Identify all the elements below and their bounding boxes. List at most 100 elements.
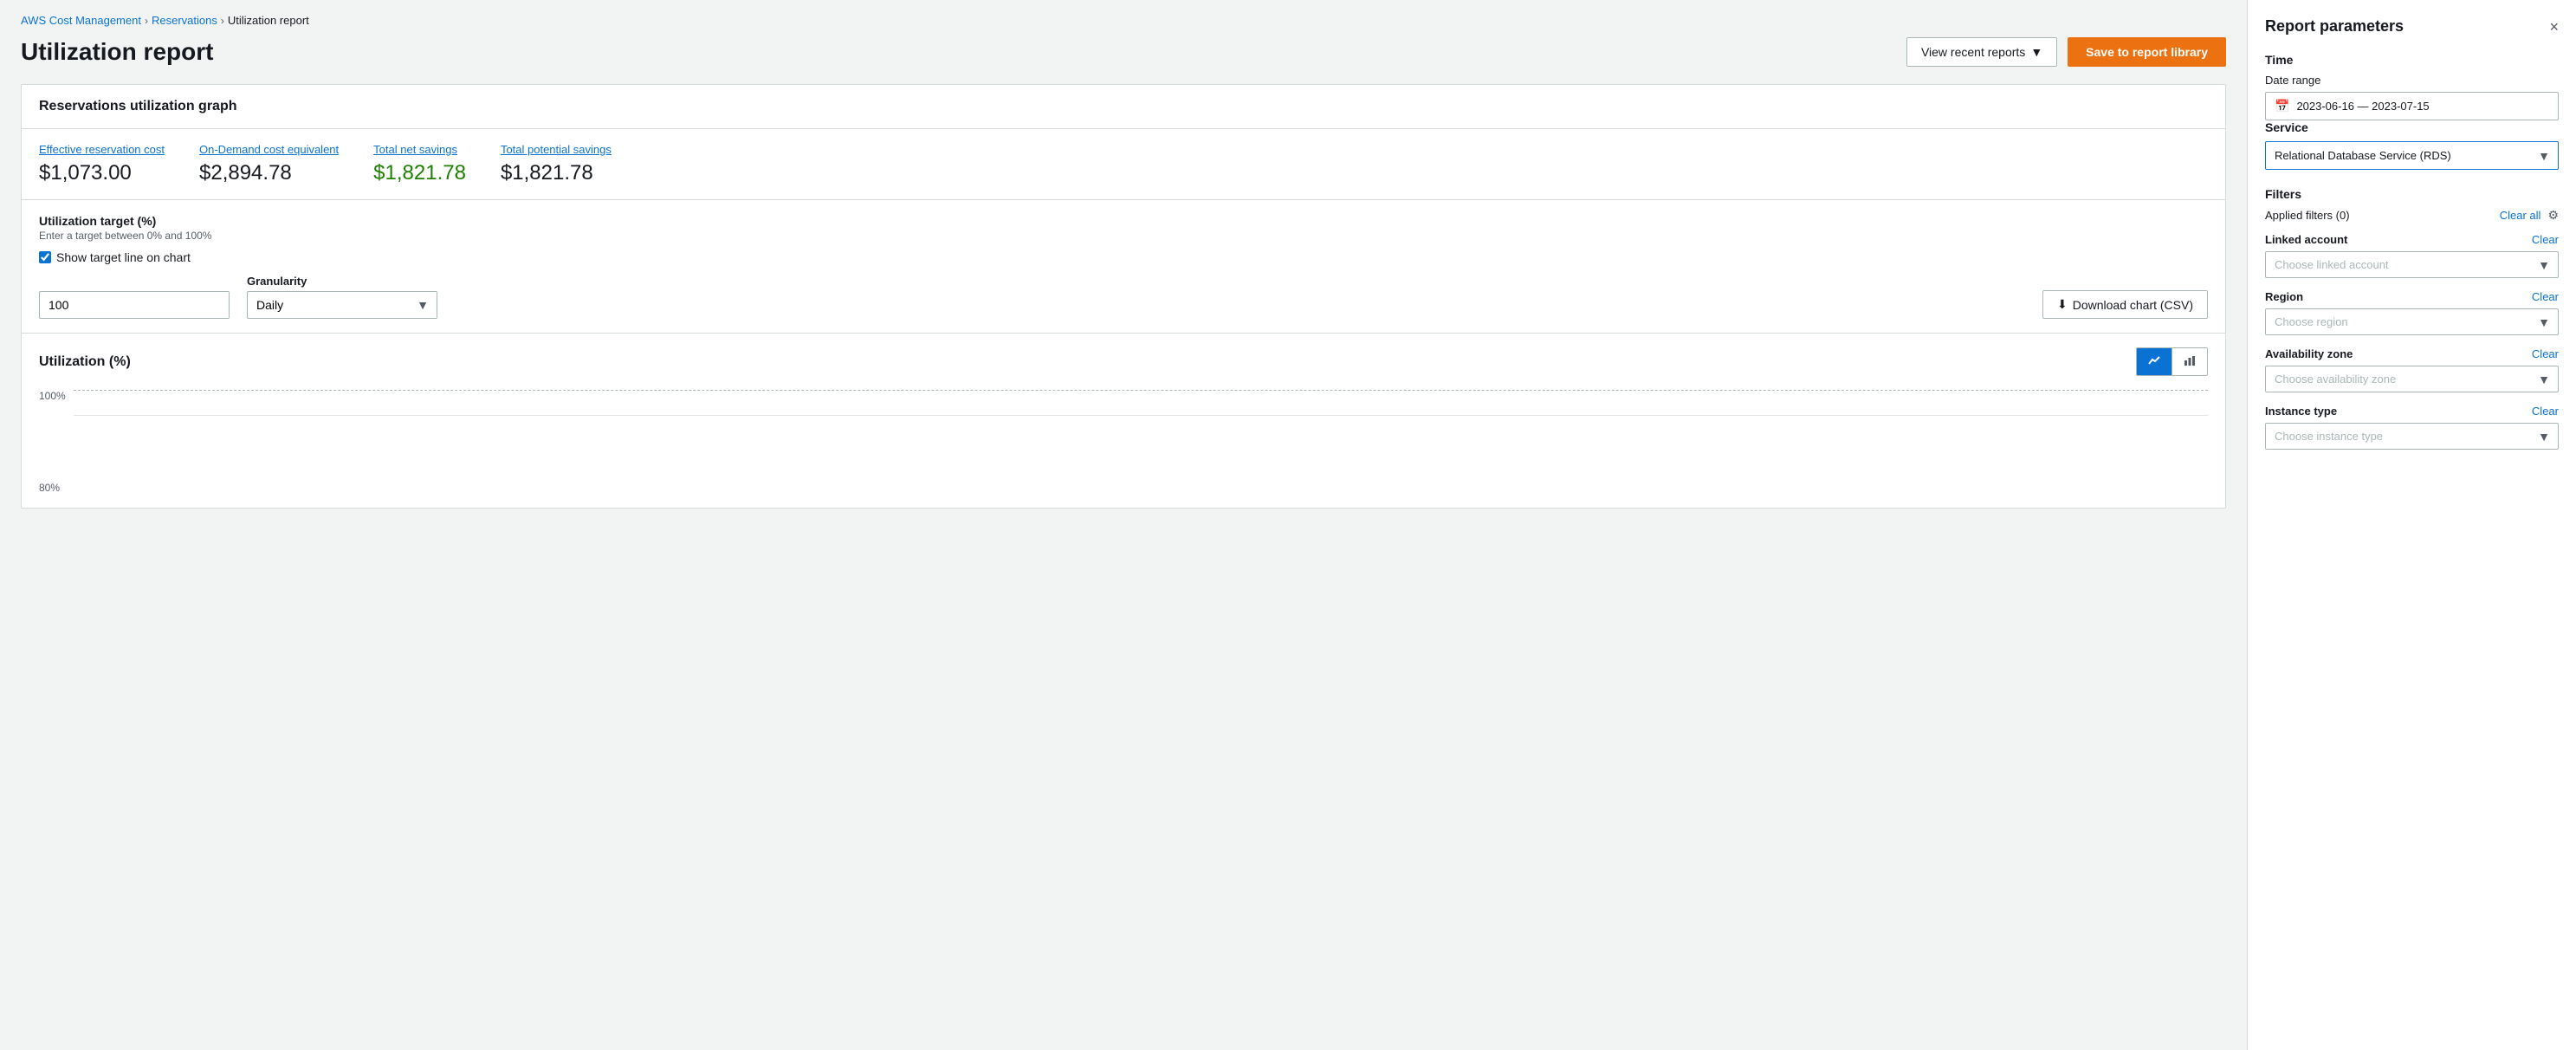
filter-instance-type-header: Instance type Clear xyxy=(2265,405,2559,418)
granularity-group: Granularity Daily Monthly ▼ xyxy=(247,275,437,319)
date-range-value: 2023-06-16 — 2023-07-15 xyxy=(2296,100,2429,113)
stat-effective-cost-label[interactable]: Effective reservation cost xyxy=(39,143,165,156)
chart-header: Utilization (%) xyxy=(39,347,2208,376)
filters-applied-count: Applied filters (0) xyxy=(2265,209,2350,222)
chart-section: Utilization (%) xyxy=(22,334,2225,508)
filter-instance-type: Instance type Clear Choose instance type… xyxy=(2265,405,2559,450)
filters-section: Filters Applied filters (0) Clear all ⚙ … xyxy=(2265,187,2559,450)
breadcrumb-sep-2: › xyxy=(221,15,224,27)
stat-potential-savings-value: $1,821.78 xyxy=(501,161,612,185)
filter-linked-account-label: Linked account xyxy=(2265,233,2347,246)
stat-ondemand-cost: On-Demand cost equivalent $2,894.78 xyxy=(199,143,339,185)
view-recent-button[interactable]: View recent reports ▼ xyxy=(1906,37,2057,67)
gear-icon[interactable]: ⚙ xyxy=(2547,208,2559,223)
filter-linked-account-select[interactable]: Choose linked account xyxy=(2265,251,2559,278)
filter-region-select[interactable]: Choose region xyxy=(2265,308,2559,335)
chart-title: Utilization (%) xyxy=(39,354,131,370)
utilization-target-label: Utilization target (%) xyxy=(39,214,2208,228)
chart-y-labels: 100% 80% xyxy=(39,390,74,494)
filter-linked-account: Linked account Clear Choose linked accou… xyxy=(2265,233,2559,278)
filter-az-select[interactable]: Choose availability zone xyxy=(2265,366,2559,392)
stat-ondemand-cost-label[interactable]: On-Demand cost equivalent xyxy=(199,143,339,156)
show-target-row: Show target line on chart xyxy=(39,250,2208,264)
filter-linked-account-dropdown: Choose linked account ▼ xyxy=(2265,251,2559,278)
filter-az-clear[interactable]: Clear xyxy=(2532,347,2559,360)
calendar-icon: 📅 xyxy=(2275,99,2289,113)
date-range-picker[interactable]: 📅 2023-06-16 — 2023-07-15 xyxy=(2265,92,2559,120)
show-target-checkbox[interactable] xyxy=(39,251,51,263)
filter-instance-type-label: Instance type xyxy=(2265,405,2337,418)
target-controls-row: Granularity Daily Monthly ▼ ⬇ Download c… xyxy=(39,275,2208,319)
filter-linked-account-header: Linked account Clear xyxy=(2265,233,2559,246)
filter-az-label: Availability zone xyxy=(2265,347,2353,360)
y-label-80: 80% xyxy=(39,482,74,494)
download-chart-button[interactable]: ⬇ Download chart (CSV) xyxy=(2042,290,2208,319)
service-select[interactable]: Relational Database Service (RDS) Amazon… xyxy=(2265,141,2559,170)
stat-net-savings-value: $1,821.78 xyxy=(373,161,466,185)
show-target-label: Show target line on chart xyxy=(56,250,191,264)
breadcrumb-sep-1: › xyxy=(145,15,148,27)
breadcrumb-current: Utilization report xyxy=(228,14,309,27)
date-range-label: Date range xyxy=(2265,74,2559,87)
filter-instance-type-dropdown: Choose instance type ▼ xyxy=(2265,423,2559,450)
breadcrumb: AWS Cost Management › Reservations › Uti… xyxy=(21,14,2226,27)
stat-potential-savings: Total potential savings $1,821.78 xyxy=(501,143,612,185)
stat-net-savings: Total net savings $1,821.78 xyxy=(373,143,466,185)
view-recent-label: View recent reports xyxy=(1921,45,2025,59)
chart-view-toggles xyxy=(2136,347,2208,376)
filter-region: Region Clear Choose region ▼ xyxy=(2265,290,2559,335)
line-chart-icon xyxy=(2147,353,2161,370)
page-header: Utilization report View recent reports ▼… xyxy=(21,37,2226,67)
bar-chart-toggle[interactable] xyxy=(2172,348,2207,375)
filter-instance-type-select[interactable]: Choose instance type xyxy=(2265,423,2559,450)
download-label: Download chart (CSV) xyxy=(2073,298,2193,312)
stat-potential-savings-label[interactable]: Total potential savings xyxy=(501,143,612,156)
granularity-select-wrapper: Daily Monthly ▼ xyxy=(247,291,437,319)
dropdown-arrow-icon: ▼ xyxy=(2030,45,2042,59)
target-value-group xyxy=(39,291,230,319)
graph-card-title: Reservations utilization graph xyxy=(22,85,2225,129)
graph-card: Reservations utilization graph Effective… xyxy=(21,84,2226,509)
grid-line-80 xyxy=(74,415,2208,416)
y-label-100: 100% xyxy=(39,390,74,402)
target-value-input[interactable] xyxy=(39,291,230,319)
stat-net-savings-label[interactable]: Total net savings xyxy=(373,143,466,156)
save-to-library-button[interactable]: Save to report library xyxy=(2068,37,2226,67)
header-actions: View recent reports ▼ Save to report lib… xyxy=(1906,37,2226,67)
filters-header: Filters xyxy=(2265,187,2559,201)
breadcrumb-reservations[interactable]: Reservations xyxy=(152,14,217,27)
granularity-select[interactable]: Daily Monthly xyxy=(247,291,437,319)
filter-availability-zone: Availability zone Clear Choose availabil… xyxy=(2265,347,2559,392)
filter-instance-type-clear[interactable]: Clear xyxy=(2532,405,2559,418)
bar-chart-icon xyxy=(2183,353,2197,370)
time-section-label: Time xyxy=(2265,53,2559,67)
filter-az-header: Availability zone Clear xyxy=(2265,347,2559,360)
chart-area: 100% 80% xyxy=(39,390,2208,494)
stat-ondemand-cost-value: $2,894.78 xyxy=(199,161,339,185)
panel-header: Report parameters × xyxy=(2265,17,2559,36)
service-section-label: Service xyxy=(2265,120,2559,134)
granularity-label: Granularity xyxy=(247,275,437,288)
clear-all-link[interactable]: Clear all xyxy=(2500,209,2541,222)
download-icon: ⬇ xyxy=(2057,297,2068,312)
chart-grid xyxy=(74,390,2208,494)
filter-az-dropdown: Choose availability zone ▼ xyxy=(2265,366,2559,392)
filter-region-header: Region Clear xyxy=(2265,290,2559,303)
service-section: Service Relational Database Service (RDS… xyxy=(2265,120,2559,170)
time-section: Time Date range 📅 2023-06-16 — 2023-07-1… xyxy=(2265,53,2559,120)
panel-title: Report parameters xyxy=(2265,17,2404,36)
filters-row: Applied filters (0) Clear all ⚙ xyxy=(2265,208,2559,223)
filters-actions: Clear all ⚙ xyxy=(2500,208,2559,223)
line-chart-toggle[interactable] xyxy=(2137,348,2172,375)
utilization-target-hint: Enter a target between 0% and 100% xyxy=(39,230,2208,242)
filter-region-dropdown: Choose region ▼ xyxy=(2265,308,2559,335)
utilization-target-section: Utilization target (%) Enter a target be… xyxy=(22,200,2225,334)
breadcrumb-aws-cost[interactable]: AWS Cost Management xyxy=(21,14,141,27)
filter-linked-account-clear[interactable]: Clear xyxy=(2532,233,2559,246)
stat-effective-cost: Effective reservation cost $1,073.00 xyxy=(39,143,165,185)
stats-row: Effective reservation cost $1,073.00 On-… xyxy=(22,129,2225,200)
service-select-wrapper: Relational Database Service (RDS) Amazon… xyxy=(2265,141,2559,170)
panel-close-button[interactable]: × xyxy=(2549,19,2559,35)
filter-region-clear[interactable]: Clear xyxy=(2532,290,2559,303)
grid-line-100 xyxy=(74,390,2208,391)
